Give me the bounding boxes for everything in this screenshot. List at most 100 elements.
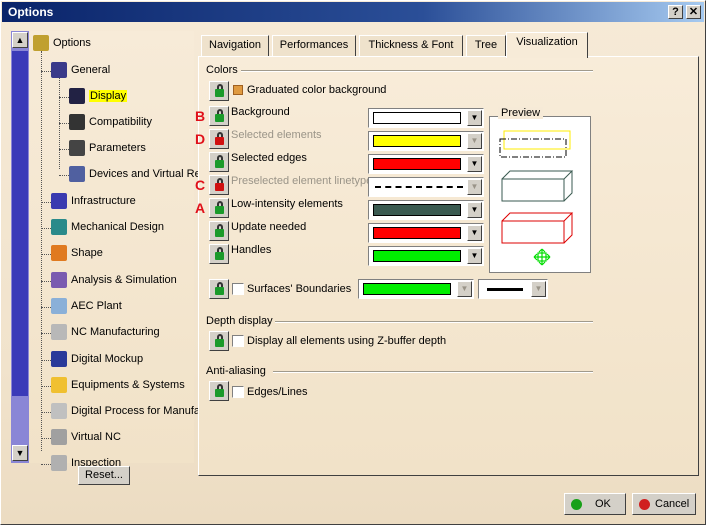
chevron-down-icon[interactable]: ▼	[531, 281, 546, 297]
scroll-thumb[interactable]	[12, 51, 28, 396]
tree-item-virtual-nc[interactable]: Virtual NC	[51, 429, 194, 447]
graduated-checkbox-icon[interactable]	[233, 85, 243, 95]
analysis-icon	[51, 272, 67, 288]
tree-item-label: Options	[53, 37, 91, 49]
tree-item-compatibility[interactable]: Compatibility	[69, 114, 194, 132]
surfaces-label: Surfaces' Boundaries	[247, 283, 352, 295]
selected-edges-color-combo[interactable]: ▼	[368, 154, 484, 174]
title-bar: Options ? ✕	[2, 2, 704, 22]
tab-tree[interactable]: Tree	[466, 35, 506, 56]
infrastructure-icon	[51, 193, 67, 209]
chevron-down-icon[interactable]: ▼	[467, 179, 482, 195]
update-needed-color-combo[interactable]: ▼	[368, 223, 484, 243]
chevron-down-icon[interactable]: ▼	[457, 281, 472, 297]
aec-plant-icon	[51, 298, 67, 314]
selected-elements-color-combo[interactable]: ▼	[368, 131, 484, 151]
digital-process-icon	[51, 403, 67, 419]
scroll-up-arrow[interactable]: ▲	[12, 32, 28, 48]
tree-item-mechanical-design[interactable]: Mechanical Design	[51, 219, 194, 237]
lock-icon[interactable]	[209, 221, 229, 241]
lock-icon[interactable]	[209, 198, 229, 218]
depth-section-title: Depth display	[206, 315, 273, 327]
tree-connector	[59, 97, 69, 98]
tree-item-parameters[interactable]: Parameters	[69, 140, 194, 158]
tree-item-label: Mechanical Design	[71, 221, 164, 233]
help-button[interactable]: ?	[668, 5, 683, 19]
chevron-down-icon[interactable]: ▼	[467, 225, 482, 241]
tree-item-shape[interactable]: Shape	[51, 245, 194, 263]
lock-icon[interactable]	[209, 331, 229, 351]
tree-item-label: General	[71, 64, 111, 76]
tree-item-label: Shape	[71, 247, 103, 259]
lock-icon[interactable]	[209, 381, 229, 401]
mechanical-design-icon	[51, 219, 67, 235]
display-icon	[69, 88, 85, 104]
tree-item-label: AEC Plant	[71, 300, 122, 312]
linetype-solid-swatch	[487, 288, 523, 291]
low-intensity-elements-color-combo[interactable]: ▼	[368, 200, 484, 220]
background-color-combo[interactable]: ▼	[368, 108, 484, 128]
chevron-down-icon[interactable]: ▼	[467, 156, 482, 172]
tree-item-devices-and-virtual-re[interactable]: Devices and Virtual Re	[69, 166, 201, 184]
tree-connector	[41, 228, 51, 229]
tree-connector	[41, 438, 51, 439]
tree-item-nc-manufacturing[interactable]: NC Manufacturing	[51, 324, 194, 342]
lock-icon[interactable]	[209, 279, 229, 299]
chevron-down-icon[interactable]: ▼	[467, 133, 482, 149]
color-swatch	[373, 204, 461, 216]
close-button[interactable]: ✕	[686, 5, 701, 19]
tree-item-general[interactable]: General	[51, 62, 194, 80]
tree-item-digital-process-for-manufa[interactable]: Digital Process for Manufa	[51, 403, 200, 421]
cancel-icon	[639, 499, 650, 510]
surfaces-checkbox[interactable]	[232, 283, 244, 295]
chevron-down-icon[interactable]: ▼	[467, 202, 482, 218]
zbuffer-checkbox[interactable]	[232, 335, 244, 347]
tab-visualization[interactable]: Visualization	[506, 32, 588, 58]
preselected-element-linetype-label: Preselected element linetype	[231, 175, 373, 187]
chevron-down-icon[interactable]: ▼	[467, 248, 482, 264]
surfaces-linetype-combo[interactable]: ▼	[478, 279, 548, 299]
tree-item-display[interactable]: Display	[69, 88, 194, 106]
reset-button[interactable]: Reset...	[78, 466, 130, 485]
color-swatch	[373, 227, 461, 239]
tab-navigation[interactable]: Navigation	[201, 35, 269, 56]
tree-item-analysis-simulation[interactable]: Analysis & Simulation	[51, 272, 194, 290]
preselected-element-linetype-color-combo[interactable]: ▼	[368, 177, 484, 197]
lock-icon[interactable]	[209, 244, 229, 264]
annotation-letter-a: A	[195, 200, 206, 216]
tree-scrollbar[interactable]: ▲ ▼	[11, 31, 29, 463]
color-swatch	[373, 250, 461, 262]
virtual-nc-icon	[51, 429, 67, 445]
shape-icon	[51, 245, 67, 261]
ok-button[interactable]: OK	[564, 493, 626, 515]
low-intensity-elements-label: Low-intensity elements	[231, 198, 343, 210]
annotation-letter-d: D	[195, 131, 206, 147]
tree-item-digital-mockup[interactable]: Digital Mockup	[51, 351, 194, 369]
locked-lock-icon[interactable]	[209, 175, 229, 195]
selected-elements-label: Selected elements	[231, 129, 322, 141]
cancel-button[interactable]: Cancel	[632, 493, 696, 515]
lock-icon[interactable]	[209, 152, 229, 172]
zbuffer-label: Display all elements using Z-buffer dept…	[247, 335, 447, 347]
color-swatch	[373, 112, 461, 124]
tree-item-options[interactable]: Options	[33, 35, 194, 53]
tree-connector	[59, 123, 69, 124]
tab-thickness-font[interactable]: Thickness & Font	[359, 35, 463, 56]
handles-color-combo[interactable]: ▼	[368, 246, 484, 266]
tree-item-label: Compatibility	[89, 116, 152, 128]
equipments-icon	[51, 377, 67, 393]
locked-lock-icon[interactable]	[209, 129, 229, 149]
graduated-label: Graduated color background	[247, 84, 387, 96]
tree-item-infrastructure[interactable]: Infrastructure	[51, 193, 194, 211]
lock-icon[interactable]	[209, 81, 229, 101]
tree-item-label: Display	[89, 90, 128, 102]
chevron-down-icon[interactable]: ▼	[467, 110, 482, 126]
scroll-down-arrow[interactable]: ▼	[12, 445, 28, 461]
tree-item-aec-plant[interactable]: AEC Plant	[51, 298, 194, 316]
tree-item-equipments-systems[interactable]: Equipments & Systems	[51, 377, 194, 395]
tree-connector	[41, 281, 51, 282]
edges-lines-checkbox[interactable]	[232, 386, 244, 398]
tab-performances[interactable]: Performances	[272, 35, 356, 56]
lock-icon[interactable]	[209, 106, 229, 126]
surfaces-color-combo[interactable]: ▼	[358, 279, 474, 299]
